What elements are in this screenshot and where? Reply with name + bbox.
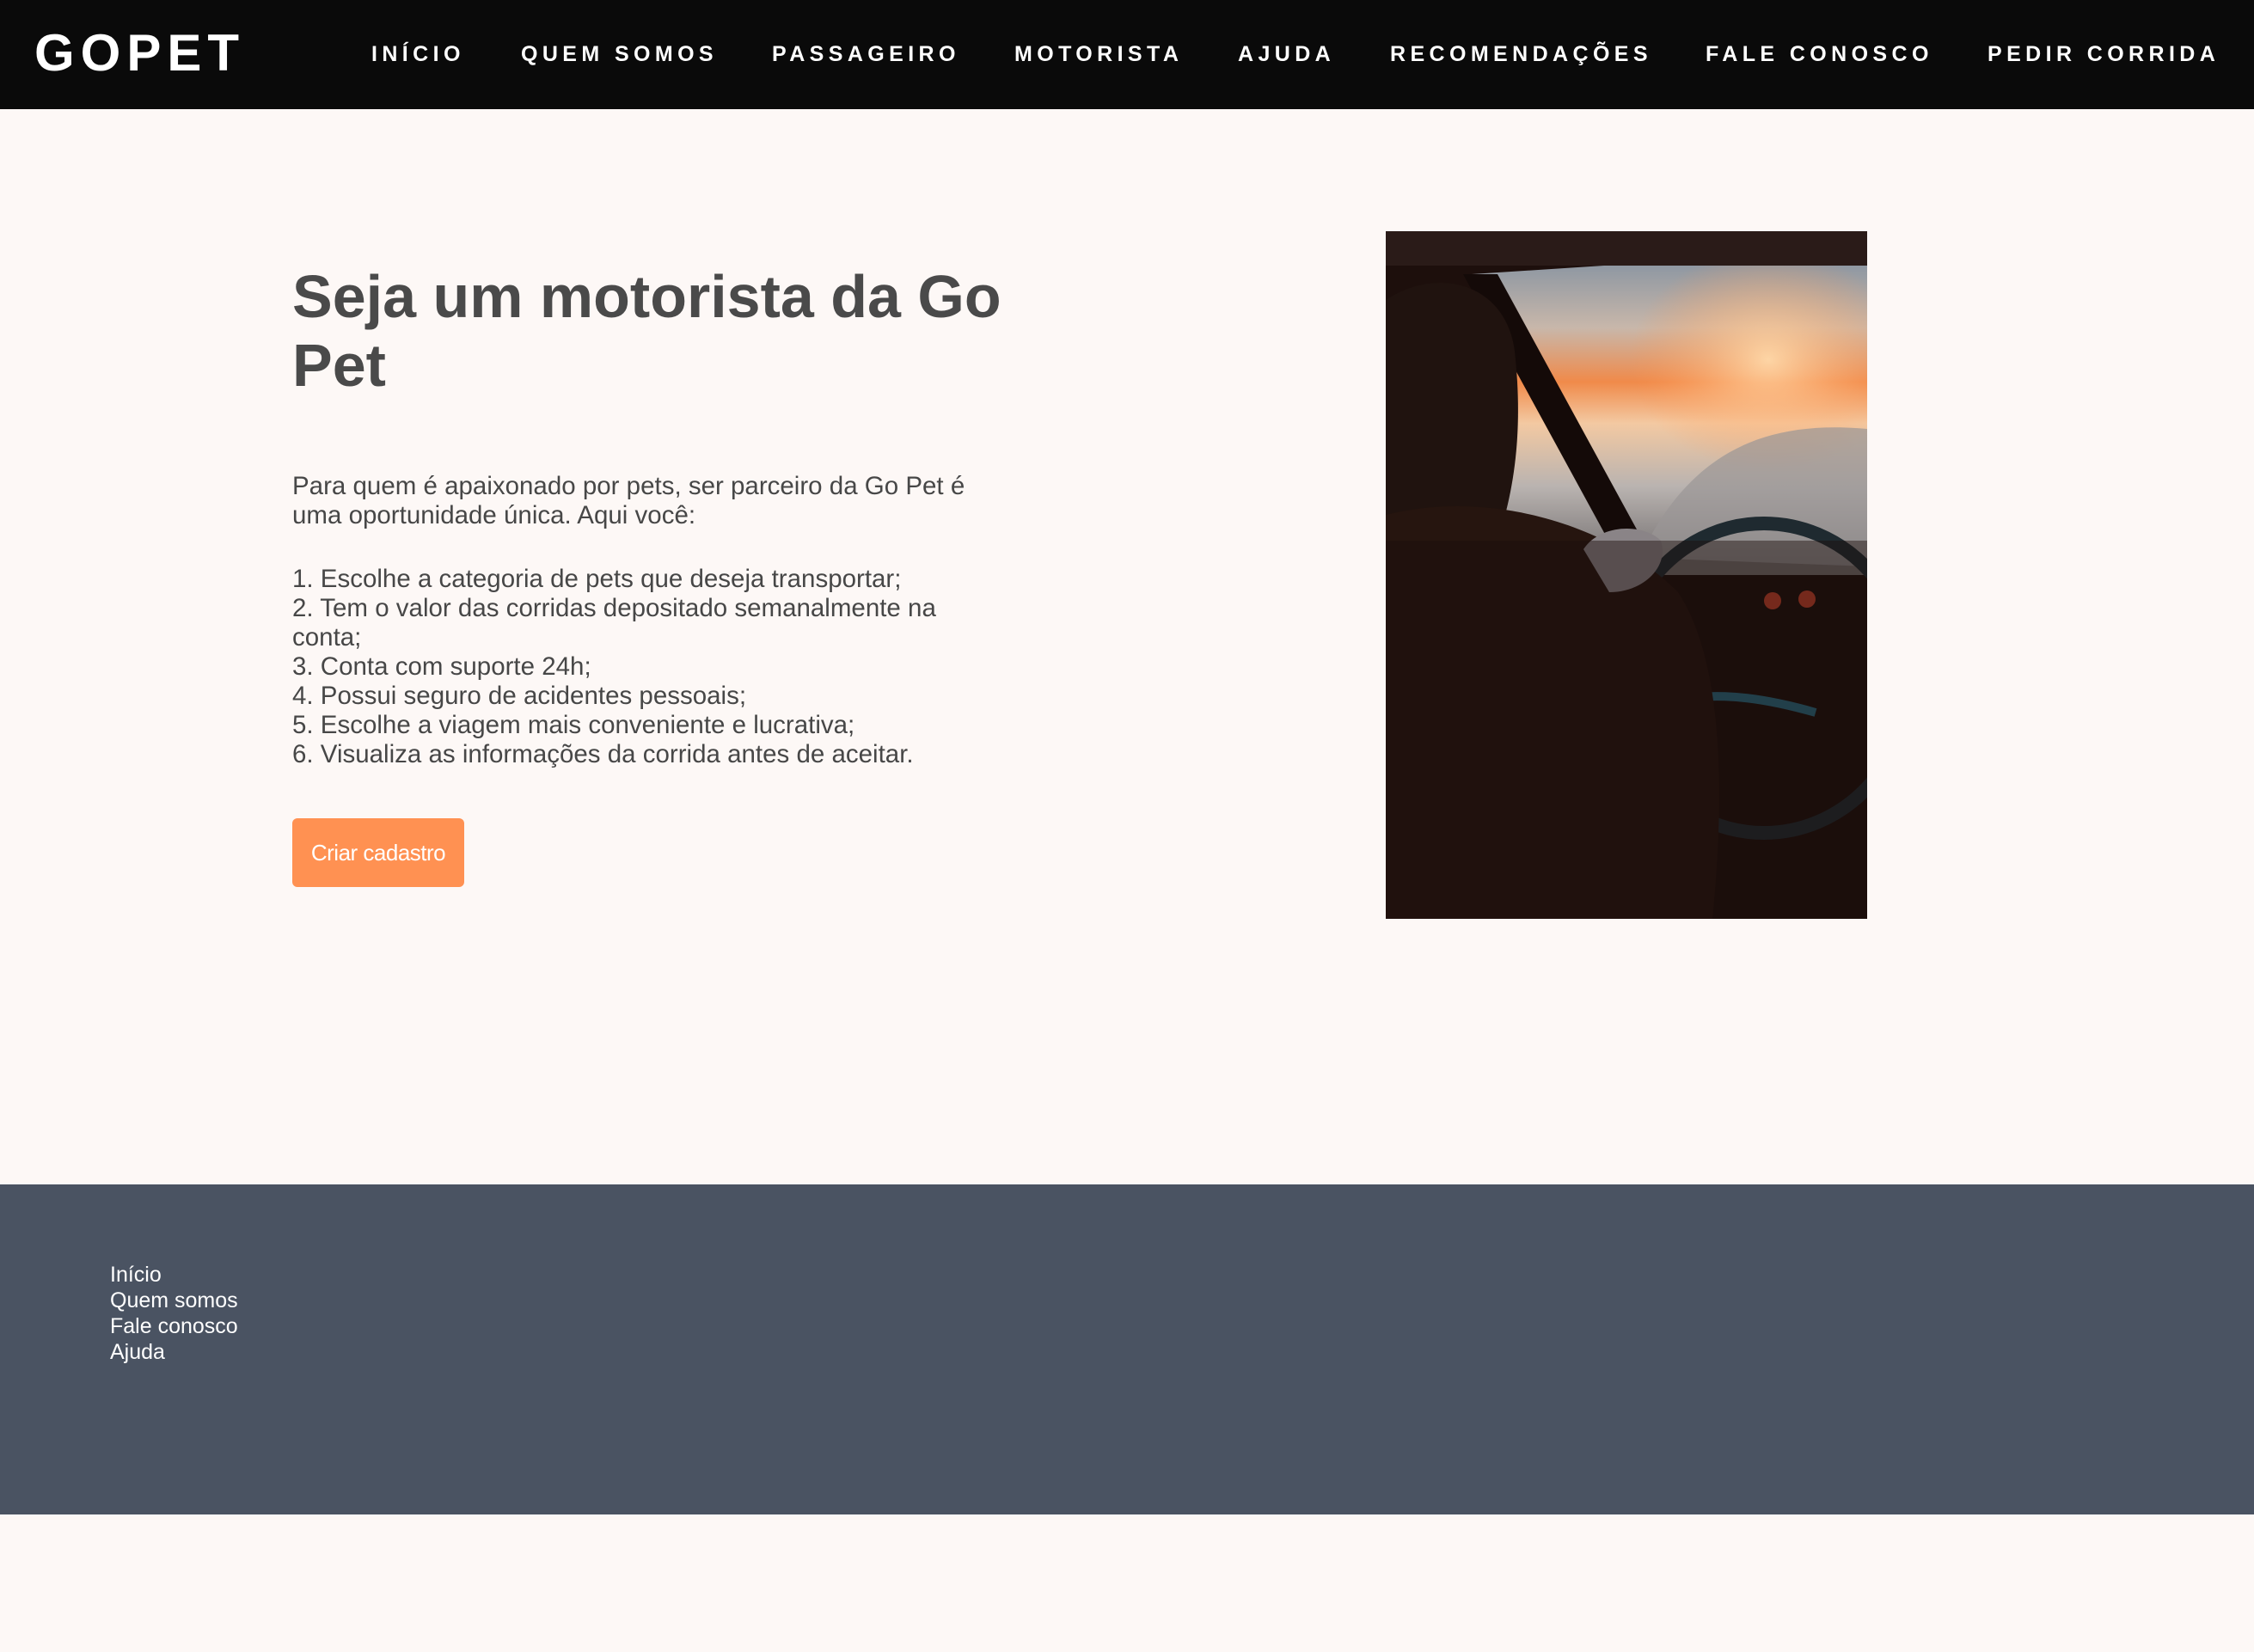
footer-link-fale-conosco[interactable]: Fale conosco: [110, 1313, 238, 1339]
footer-link-quem-somos[interactable]: Quem somos: [110, 1288, 238, 1313]
nav-item-motorista[interactable]: MOTORISTA: [1014, 40, 1183, 69]
nav-item-recomendacoes[interactable]: RECOMENDAÇÕES: [1390, 40, 1652, 69]
nav-item-fale-conosco[interactable]: FALE CONOSCO: [1706, 40, 1933, 69]
page-footer: Início Quem somos Fale conosco Ajuda: [0, 1184, 2254, 1514]
intro-paragraph: Para quem é apaixonado por pets, ser par…: [292, 472, 965, 529]
list-item: 2. Tem o valor das corridas depositado s…: [292, 594, 936, 652]
list-item: 6. Visualiza as informações da corrida a…: [292, 740, 914, 768]
footer-link-inicio[interactable]: Início: [110, 1262, 238, 1288]
driver-photo: [1386, 231, 1867, 919]
list-item: 5. Escolhe a viagem mais conveniente e l…: [292, 711, 855, 739]
benefits-list: 1. Escolhe a categoria de pets que desej…: [292, 565, 997, 769]
nav-item-ajuda[interactable]: AJUDA: [1238, 40, 1335, 69]
nav-item-passageiro[interactable]: PASSAGEIRO: [772, 40, 960, 69]
nav-item-pedir-corrida[interactable]: PEDIR CORRIDA: [1988, 40, 2220, 69]
list-item: 4. Possui seguro de acidentes pessoais;: [292, 682, 747, 710]
list-item: 3. Conta com suporte 24h;: [292, 652, 591, 681]
top-navigation-bar: GOPET INÍCIO QUEM SOMOS PASSAGEIRO MOTOR…: [0, 0, 2254, 109]
footer-link-ajuda[interactable]: Ajuda: [110, 1339, 238, 1365]
page-title: Seja um motorista da Go Pet: [292, 263, 1001, 399]
list-item: 1. Escolhe a categoria de pets que desej…: [292, 565, 902, 593]
main-nav: INÍCIO QUEM SOMOS PASSAGEIRO MOTORISTA A…: [0, 0, 2254, 109]
nav-item-quem-somos[interactable]: QUEM SOMOS: [521, 40, 718, 69]
create-account-button[interactable]: Criar cadastro: [292, 818, 464, 887]
footer-links: Início Quem somos Fale conosco Ajuda: [110, 1262, 238, 1365]
nav-item-inicio[interactable]: INÍCIO: [371, 40, 465, 69]
